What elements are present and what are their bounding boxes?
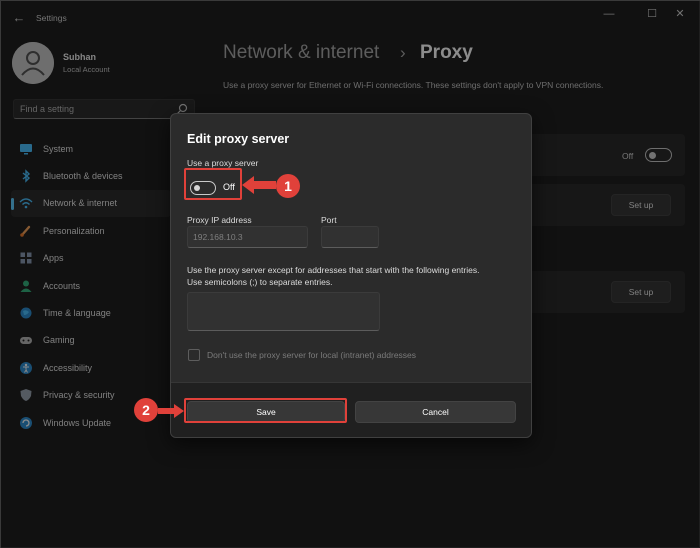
local-addresses-label: Don't use the proxy server for local (in… [207,350,417,360]
proxy-ip-input[interactable] [188,227,307,247]
step-marker-1: 1 [276,174,300,198]
cancel-button[interactable]: Cancel [355,401,516,423]
arrow-1-icon [242,176,276,194]
toggle-highlight-box [184,168,242,200]
edit-proxy-dialog: Edit proxy server Use a proxy server Off… [170,113,532,438]
exceptions-hint: Use semicolons (;) to separate entries. [187,277,333,287]
exceptions-field[interactable] [187,292,380,331]
port-label: Port [321,215,337,225]
port-field[interactable] [321,226,379,248]
proxy-ip-label: Proxy IP address [187,215,252,225]
save-highlight-box [184,398,347,423]
settings-window: ← Settings — ☐ ✕ Subhan Local Account Sy… [0,0,700,548]
dialog-title: Edit proxy server [187,132,290,146]
use-proxy-label: Use a proxy server [187,158,259,168]
port-input[interactable] [322,227,378,247]
exceptions-input[interactable] [188,293,379,330]
arrow-2-icon [158,404,184,418]
local-addresses-checkbox[interactable] [188,349,200,361]
step-marker-2: 2 [134,398,158,422]
proxy-ip-field[interactable] [187,226,308,248]
exceptions-description: Use the proxy server except for addresse… [187,265,480,275]
